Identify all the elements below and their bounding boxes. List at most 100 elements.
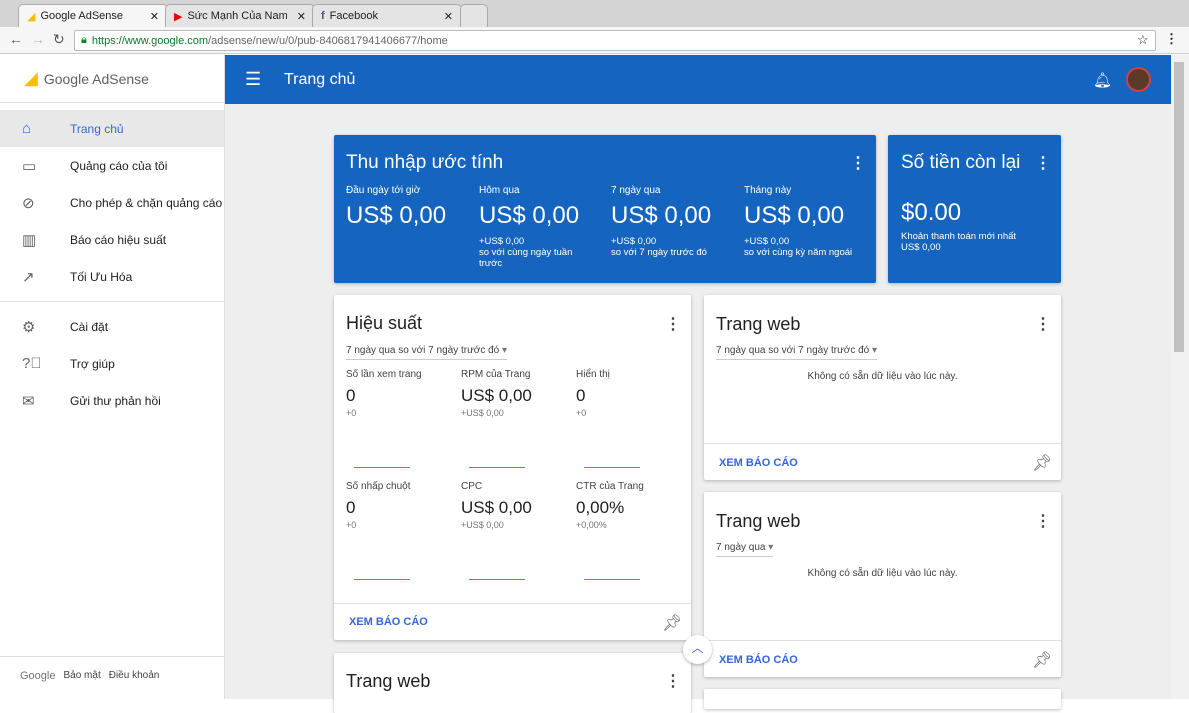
sidebar: ◢ Google AdSense ⌂ Trang chủ ▭ Quảng cáo c… xyxy=(0,55,225,699)
more-icon[interactable]: ⋮ xyxy=(1035,314,1051,334)
metric-rpm: RPM của Trang US$ 0,00 +US$ 0,00 xyxy=(461,369,571,468)
label: Tối Ưu Hóa xyxy=(70,269,133,284)
sidebar-item-home[interactable]: ⌂ Trang chủ xyxy=(0,110,224,147)
scroll-top-button[interactable]: ︿ xyxy=(683,635,712,664)
balance-card: Số tiền còn lại ⋮ $0.00 Khoản thanh toán… xyxy=(888,135,1061,283)
empty-message: Không có sẵn dữ liệu vào lúc này. xyxy=(807,568,958,579)
metric-pageviews: Số lần xem trang 0 +0 xyxy=(346,369,456,468)
tab-facebook[interactable]: f Facebook ✕ xyxy=(312,4,462,27)
range-dropdown[interactable]: 7 ngày qua so với 7 ngày trước đó ▾ xyxy=(346,340,508,360)
home-icon: ⌂ xyxy=(22,120,32,137)
sidebar-item-settings[interactable]: ⚙ Cài đặt xyxy=(0,308,224,345)
pin-icon[interactable]: 📌︎ xyxy=(662,613,682,633)
sidebar-item-reports[interactable]: ▥ Báo cáo hiệu suất xyxy=(0,221,224,258)
ad-icon: ▭ xyxy=(22,157,37,175)
range-dropdown[interactable]: 7 ngày qua ▾ xyxy=(716,537,774,557)
bar-chart-icon: ▥ xyxy=(22,231,37,249)
logo[interactable]: ◢ Google AdSense xyxy=(0,55,224,103)
more-icon[interactable]: ⋮ xyxy=(1035,153,1051,173)
card-title: Trang web xyxy=(716,314,801,334)
close-icon[interactable]: ✕ xyxy=(150,10,159,23)
forward-icon[interactable]: → xyxy=(31,31,45,47)
url-host: https://www.google.com xyxy=(91,34,209,47)
balance-value: $0.00 xyxy=(901,199,962,226)
earnings-month: Tháng này US$ 0,00 +US$ 0,00 so với cùng kỳ… xyxy=(744,185,853,258)
card-partial xyxy=(704,689,1061,709)
range-dropdown[interactable]: 7 ngày qua so với 7 ngày trước đó ▾ xyxy=(716,340,878,360)
reload-icon[interactable]: ↻ xyxy=(53,31,65,48)
label: Gửi thư phản hồi xyxy=(70,393,161,408)
label: Trang chủ xyxy=(70,121,124,136)
last-payment: Khoản thanh toán mới nhất US$ 0,00 xyxy=(901,231,1017,253)
url-path: /adsense/new/u/0/pub-8406817941406677/ho… xyxy=(208,34,448,47)
more-icon[interactable]: ⋮ xyxy=(850,153,866,173)
menu-icon[interactable]: ⋮ xyxy=(1165,31,1178,47)
sidebar-item-help[interactable]: ?⃝ Trợ giúp xyxy=(0,345,224,382)
hamburger-icon[interactable]: ☰ xyxy=(245,69,284,90)
metric-impressions: Hiển thị 0 +0 xyxy=(576,369,686,468)
more-icon[interactable]: ⋮ xyxy=(665,314,681,334)
google-link[interactable]: Google xyxy=(20,670,55,682)
help-icon: ?⃝ xyxy=(22,355,42,372)
close-icon[interactable]: ✕ xyxy=(297,10,306,23)
close-icon[interactable]: ✕ xyxy=(444,10,453,23)
view-report-link[interactable]: XEM BÁO CÁO xyxy=(719,654,798,666)
metric-ctr: CTR của Trang 0,00% +0,00% xyxy=(576,481,686,580)
sites-card-2: Trang web ⋮ 7 ngày qua ▾ Không có sẵn dữ… xyxy=(704,492,1061,677)
url-input[interactable]: 🔒︎ https://www.google.com/adsense/new/u/0… xyxy=(74,30,1156,51)
earnings-today: Đầu ngày tới giờ US$ 0,00 xyxy=(346,185,447,229)
tab-title: Google AdSense xyxy=(40,10,124,22)
sidebar-item-feedback[interactable]: ✉ Gửi thư phản hồi xyxy=(0,382,224,419)
scrollbar-thumb[interactable] xyxy=(1174,62,1184,352)
block-icon: ⊘ xyxy=(22,194,35,212)
pin-icon[interactable]: 📌︎ xyxy=(1032,650,1052,670)
tab-title: Sức Mạnh Của Nam Châ xyxy=(187,10,288,22)
empty-message: Không có sẵn dữ liệu vào lúc này. xyxy=(807,371,958,382)
view-report-link[interactable]: XEM BÁO CÁO xyxy=(719,457,798,469)
lock-icon: 🔒︎ xyxy=(81,34,87,46)
metric-cpc: CPC US$ 0,00 +US$ 0,00 xyxy=(461,481,571,580)
card-title: Trang web xyxy=(716,511,801,531)
label: Quảng cáo của tôi xyxy=(70,158,168,173)
trending-icon: ↗ xyxy=(22,268,35,286)
page-title: Trang chủ xyxy=(284,70,356,88)
metric-clicks: Số nhấp chuột 0 +0 xyxy=(346,481,456,580)
card-title: Thu nhập ước tính xyxy=(346,152,504,173)
more-icon[interactable]: ⋮ xyxy=(665,671,681,691)
label: Cài đặt xyxy=(70,319,109,334)
tab-title: Facebook xyxy=(329,10,378,22)
earnings-yesterday: Hôm qua US$ 0,00 +US$ 0,00 so với cùng ngày… xyxy=(479,185,580,269)
avatar[interactable] xyxy=(1126,67,1151,92)
bell-icon[interactable]: 🔔︎ xyxy=(1093,71,1112,89)
tab-youtube[interactable]: ▶ Sức Mạnh Của Nam Châ ✕ xyxy=(165,4,315,27)
tab-adsense[interactable]: ◢ Google AdSense ✕ xyxy=(18,4,168,27)
chevron-up-icon: ︿ xyxy=(691,641,704,655)
label: Trợ giúp xyxy=(70,356,115,371)
sidebar-item-allow-block[interactable]: ⊘ Cho phép & chặn quảng cáo xyxy=(0,184,224,221)
pin-icon[interactable]: 📌︎ xyxy=(1032,453,1052,473)
dropdown-arrow-icon: ▾ xyxy=(768,542,774,553)
back-icon[interactable]: ← xyxy=(9,31,23,47)
card-title: Trang web xyxy=(346,671,431,691)
view-report-link[interactable]: XEM BÁO CÁO xyxy=(349,616,428,628)
earnings-7days: 7 ngày qua US$ 0,00 +US$ 0,00 so với 7 ngày… xyxy=(611,185,712,258)
dropdown-arrow-icon: ▾ xyxy=(872,345,878,356)
sidebar-footer: Google Bảo mật Điều khoản xyxy=(0,656,224,682)
terms-link[interactable]: Điều khoản xyxy=(109,670,160,682)
new-tab-button[interactable] xyxy=(460,4,488,27)
star-icon[interactable]: ☆ xyxy=(1137,32,1149,48)
sidebar-item-my-ads[interactable]: ▭ Quảng cáo của tôi xyxy=(0,147,224,184)
feedback-icon: ✉ xyxy=(22,392,35,410)
privacy-link[interactable]: Bảo mật xyxy=(63,670,100,682)
label: Cho phép & chặn quảng cáo xyxy=(70,195,223,210)
more-icon[interactable]: ⋮ xyxy=(1035,511,1051,531)
card-title: Số tiền còn lại xyxy=(901,152,1021,173)
sites-card-3: Trang web ⋮ xyxy=(334,653,691,713)
adsense-icon: ◢ xyxy=(27,10,36,23)
performance-card: Hiệu suất ⋮ 7 ngày qua so với 7 ngày trư… xyxy=(334,295,691,640)
sidebar-item-optimize[interactable]: ↗ Tối Ưu Hóa xyxy=(0,258,224,295)
logo-text: Google AdSense xyxy=(43,70,149,87)
divider xyxy=(0,301,224,302)
card-title: Hiệu suất xyxy=(346,313,423,333)
earnings-card: Thu nhập ước tính ⋮ Đầu ngày tới giờ US$ … xyxy=(334,135,876,283)
